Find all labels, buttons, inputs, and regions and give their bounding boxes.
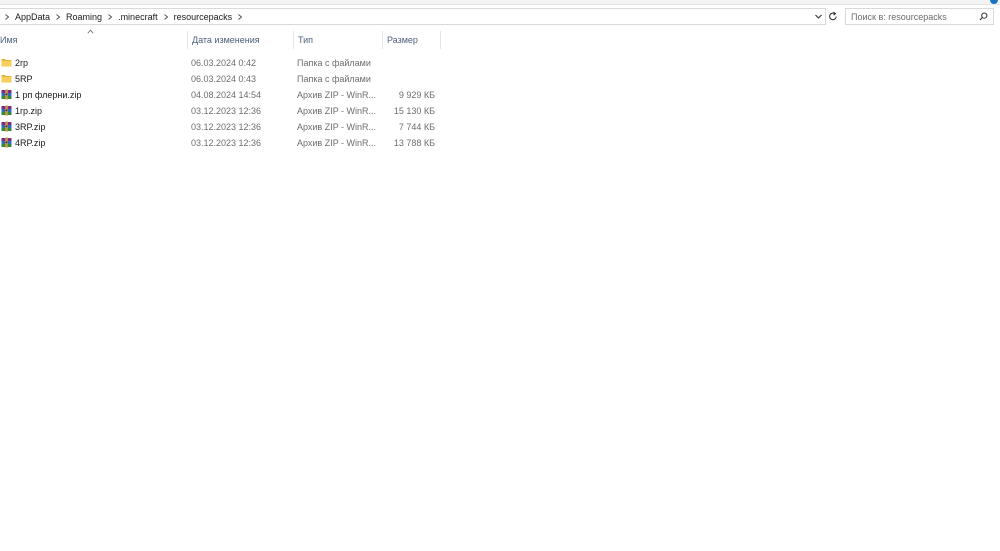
chevron-right-icon[interactable] bbox=[51, 9, 65, 24]
file-name: 5RP bbox=[15, 74, 33, 84]
file-row[interactable]: 2rp 06.03.2024 0:42 Папка с файлами bbox=[0, 55, 442, 71]
search-icon[interactable] bbox=[979, 12, 988, 21]
chevron-right-icon[interactable] bbox=[159, 9, 173, 24]
search-input[interactable] bbox=[846, 11, 977, 22]
column-header-date[interactable]: Дата изменения bbox=[187, 31, 293, 49]
breadcrumb-resourcepacks[interactable]: resourcepacks bbox=[173, 12, 234, 22]
file-size: 15 130 КБ bbox=[393, 106, 435, 116]
file-type: Архив ZIP - WinR... bbox=[297, 90, 377, 100]
file-date: 03.12.2023 12:36 bbox=[191, 106, 262, 116]
file-date: 06.03.2024 0:43 bbox=[191, 74, 257, 84]
column-headers: Имя Дата изменения Тип Размер bbox=[0, 31, 442, 49]
file-name: 2rp bbox=[15, 58, 29, 68]
winrar-archive-icon bbox=[1, 121, 12, 132]
search-box[interactable] bbox=[845, 8, 994, 25]
address-bar[interactable]: AppData Roaming .minecraft resourcepacks bbox=[0, 8, 826, 25]
file-row[interactable]: 1 рп флерни.zip 04.08.2024 14:54 Архив Z… bbox=[0, 87, 442, 103]
chevron-down-icon[interactable] bbox=[814, 12, 823, 21]
file-type: Архив ZIP - WinR... bbox=[297, 106, 377, 116]
file-date: 04.08.2024 14:54 bbox=[191, 90, 262, 100]
window-top-edge bbox=[0, 0, 1000, 5]
file-date: 03.12.2023 12:36 bbox=[191, 122, 262, 132]
chevron-right-icon[interactable] bbox=[0, 9, 14, 24]
folder-icon bbox=[1, 59, 12, 67]
file-type: Архив ZIP - WinR... bbox=[297, 122, 377, 132]
refresh-icon[interactable] bbox=[828, 11, 838, 22]
file-list: 2rp 06.03.2024 0:42 Папка с файлами 5RP … bbox=[0, 55, 442, 151]
file-row[interactable]: 5RP 06.03.2024 0:43 Папка с файлами bbox=[0, 71, 442, 87]
file-size: 9 929 КБ bbox=[398, 90, 435, 100]
file-type: Архив ZIP - WinR... bbox=[297, 138, 377, 148]
breadcrumb-roaming[interactable]: Roaming bbox=[65, 12, 103, 22]
chevron-right-icon[interactable] bbox=[103, 9, 117, 24]
file-name: 4RP.zip bbox=[15, 138, 46, 148]
chevron-right-icon[interactable] bbox=[233, 9, 247, 24]
file-row[interactable]: 3RP.zip 03.12.2023 12:36 Архив ZIP - Win… bbox=[0, 119, 442, 135]
file-row[interactable]: 1rp.zip 03.12.2023 12:36 Архив ZIP - Win… bbox=[0, 103, 442, 119]
file-name: 1 рп флерни.zip bbox=[15, 90, 82, 100]
winrar-archive-icon bbox=[1, 137, 12, 148]
winrar-archive-icon bbox=[1, 89, 12, 100]
breadcrumb-minecraft[interactable]: .minecraft bbox=[117, 12, 159, 22]
file-date: 06.03.2024 0:42 bbox=[191, 58, 257, 68]
file-row[interactable]: 4RP.zip 03.12.2023 12:36 Архив ZIP - Win… bbox=[0, 135, 442, 151]
column-header-type[interactable]: Тип bbox=[293, 31, 382, 49]
file-size: 13 788 КБ bbox=[393, 138, 435, 148]
breadcrumb-appdata[interactable]: AppData bbox=[14, 12, 51, 22]
file-name: 1rp.zip bbox=[15, 106, 43, 116]
folder-icon bbox=[1, 75, 12, 83]
file-name: 3RP.zip bbox=[15, 122, 46, 132]
file-size: 7 744 КБ bbox=[398, 122, 435, 132]
file-size bbox=[382, 71, 435, 87]
file-type: Папка с файлами bbox=[297, 74, 371, 84]
file-type: Папка с файлами bbox=[297, 58, 371, 68]
file-date: 03.12.2023 12:36 bbox=[191, 138, 262, 148]
column-header-size[interactable]: Размер bbox=[382, 31, 441, 49]
column-header-name[interactable]: Имя bbox=[0, 31, 188, 49]
file-size bbox=[382, 55, 435, 71]
winrar-archive-icon bbox=[1, 105, 12, 116]
